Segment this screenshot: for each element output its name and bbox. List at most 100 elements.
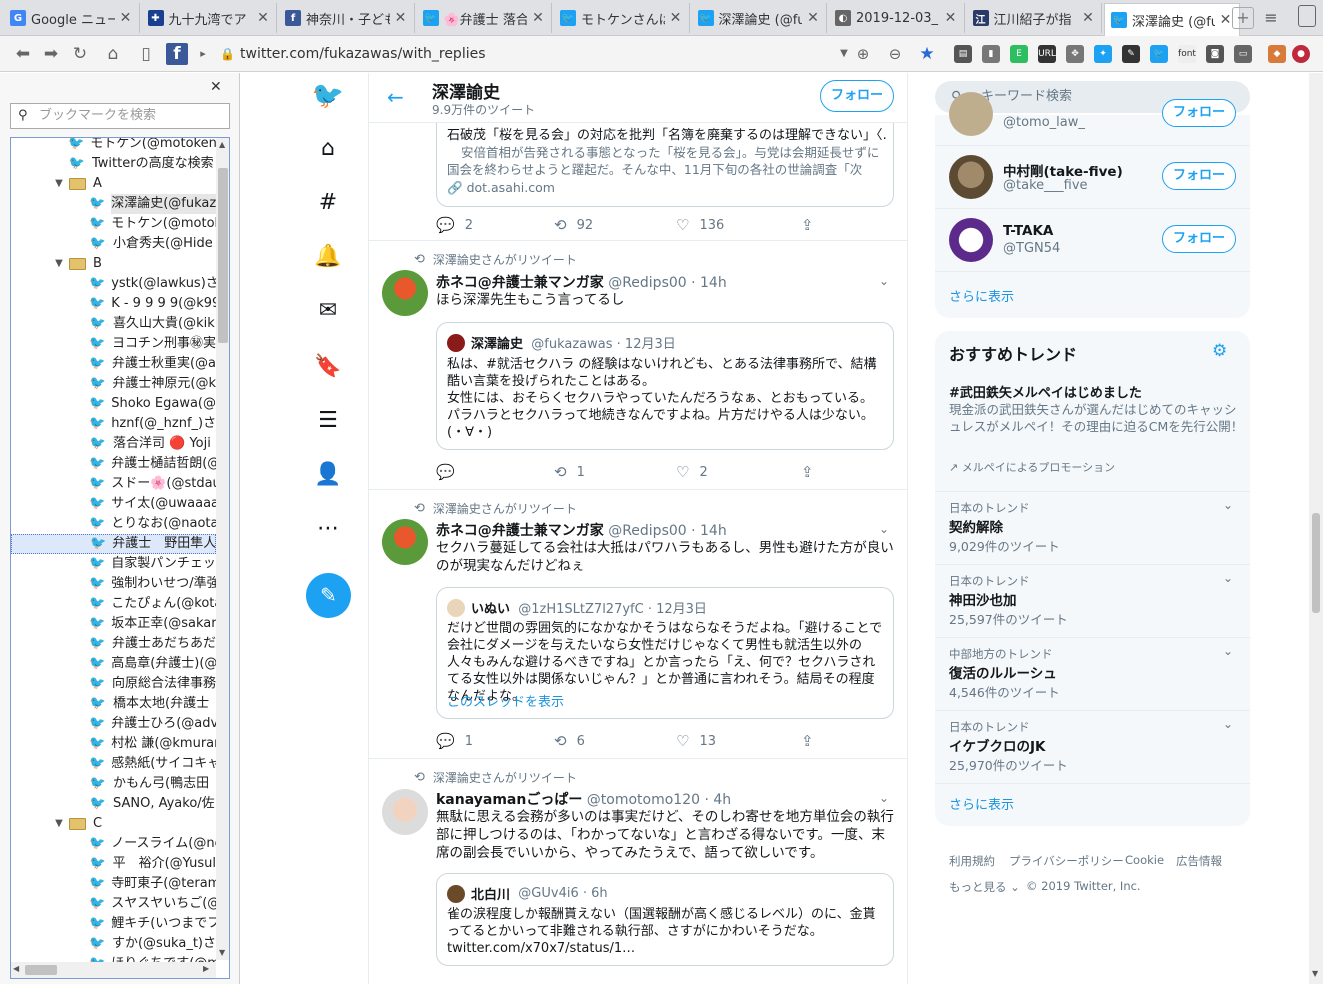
- messages-envelope-icon[interactable]: ✉: [311, 294, 345, 328]
- bookmark-item[interactable]: 🐦 喜久山大貴(@kik: [11, 314, 216, 334]
- close-tab-icon[interactable]: ✕: [531, 10, 545, 26]
- follow-button[interactable]: フォロー: [1162, 225, 1236, 253]
- close-tab-icon[interactable]: ✕: [669, 10, 683, 26]
- share-button[interactable]: ⇪: [801, 732, 824, 750]
- lists-nav-icon[interactable]: ☰: [311, 404, 345, 438]
- follow-suggestion[interactable]: T-TAKA @TGN54 フォロー: [935, 209, 1250, 272]
- trend-item[interactable]: 日本のトレンド 神田沙也加 25,597件のツイート ⌄: [935, 565, 1250, 638]
- bookmark-search-input[interactable]: ⚲ ブックマークを検索: [10, 103, 230, 129]
- quoted-tweet[interactable]: 深澤論史 @fukazawas · 12月3日 私は、#就活セクハラ の経験はな…: [436, 322, 894, 450]
- like-button[interactable]: ♡ 2: [676, 463, 708, 481]
- more-nav-icon[interactable]: ⋯: [311, 512, 345, 546]
- scroll-right-arrow-icon[interactable]: ▶: [203, 964, 209, 973]
- bookmark-item[interactable]: 🐦 坂本正幸(@sakar: [11, 614, 216, 634]
- trend-item[interactable]: 中部地方のトレンド 復活のルルーシュ 4,546件のツイート ⌄: [935, 638, 1250, 711]
- bookmark-item[interactable]: 🐦 ヨコチン刑事㊙実: [11, 334, 216, 354]
- avatar[interactable]: [382, 519, 428, 565]
- footer-more-link[interactable]: もっと見る ⌄: [949, 879, 1020, 895]
- bookmark-item[interactable]: 🐦 かもん弓(鴨志田: [11, 774, 216, 794]
- bookmark-item[interactable]: 🐦 深澤論史(@fukaz: [11, 194, 216, 214]
- bookmark-item[interactable]: 🐦 小倉秀夫(@Hide: [11, 234, 216, 254]
- footer-ads-link[interactable]: 広告情報: [1176, 853, 1222, 869]
- share-button[interactable]: ⇪: [801, 216, 824, 234]
- bookmark-folder[interactable]: ▼ C: [11, 814, 216, 834]
- extension-move-icon[interactable]: ✥: [1066, 45, 1084, 63]
- extension-edit-icon[interactable]: ✎: [1122, 45, 1140, 63]
- bookmark-item[interactable]: 🐦 自家製パンチェッタ: [11, 554, 216, 574]
- close-tab-icon[interactable]: ✕: [256, 10, 270, 26]
- close-tab-icon[interactable]: ✕: [1219, 12, 1233, 28]
- bookmark-item[interactable]: 🐦 落合洋司 🔴 Yoji: [11, 434, 216, 454]
- bookmark-star-icon[interactable]: ★: [916, 43, 938, 65]
- browser-tab[interactable]: ◐ 2019-12-03_ ✕: [829, 3, 965, 33]
- scroll-down-arrow-icon[interactable]: ▼: [1312, 969, 1318, 978]
- bookmark-item[interactable]: 🐦 こたぴょん(@kota: [11, 594, 216, 614]
- bookmark-item[interactable]: 🐦 鯉キチ(いつまでフ: [11, 914, 216, 934]
- bookmark-item[interactable]: 🐦 弁護士秋重実(@a: [11, 354, 216, 374]
- show-thread-link[interactable]: このスレッドを表示: [447, 691, 564, 710]
- like-button[interactable]: ♡ 136: [676, 216, 724, 234]
- trends-settings-gear-icon[interactable]: ⚙: [1212, 341, 1227, 361]
- browser-tab[interactable]: 🐦 深澤論史 (@fu ✕: [1104, 3, 1240, 36]
- bookmark-item[interactable]: 🐦 ystk(@lawkus)さ: [11, 274, 216, 294]
- close-sidebar-icon[interactable]: ✕: [210, 79, 222, 95]
- extension-red-icon[interactable]: ●: [1292, 45, 1310, 63]
- bookmark-item[interactable]: 🐦 すか(@suka_t)さ: [11, 934, 216, 954]
- bookmarks-nav-icon[interactable]: 🔖: [311, 350, 345, 384]
- clipboard-icon[interactable]: [1298, 5, 1316, 27]
- bookmark-item[interactable]: 🐦 高島章(弁護士)(@: [11, 654, 216, 674]
- avatar[interactable]: [382, 789, 428, 835]
- bookmark-folder[interactable]: ▼ B: [11, 254, 216, 274]
- browser-tab[interactable]: 🐦 🌸弁護士 落合 ✕: [417, 3, 552, 33]
- twitter-logo-icon[interactable]: 🐦: [311, 79, 345, 113]
- bookmark-item[interactable]: 🐦 寺町東子(@teram: [11, 874, 216, 894]
- tweet-author[interactable]: 赤ネコ@弁護士兼マンガ家 @Redips00 · 14h: [436, 272, 727, 292]
- home-nav-icon[interactable]: ⌂: [311, 132, 345, 166]
- page-scroll-thumb[interactable]: [1312, 513, 1320, 613]
- follow-suggestion[interactable]: @tomo_law_ フォロー: [935, 83, 1250, 146]
- quoted-tweet[interactable]: いぬい @1zH1SLtZ7l27yfC · 12月3日 だけど世間の雰囲気的に…: [436, 587, 894, 719]
- bookmark-item[interactable]: 🐦 向原総合法律事務: [11, 674, 216, 694]
- browser-tab[interactable]: ✚ 九十九湾でア ✕: [142, 3, 277, 33]
- quoted-tweet[interactable]: 北白川 @GUv4i6 · 6h 雀の涙程度しか報酬貰えない（国選報酬が高く感じ…: [436, 873, 894, 966]
- extension-font-icon[interactable]: font: [1178, 45, 1196, 63]
- show-more-trends-link[interactable]: さらに表示: [949, 794, 1014, 813]
- bookmark-item[interactable]: 🐦 モトケン(@motok: [11, 214, 216, 234]
- profile-nav-icon[interactable]: 👤: [311, 458, 345, 492]
- extension-evernote-icon[interactable]: E: [1010, 45, 1028, 63]
- close-tab-icon[interactable]: ✕: [119, 10, 133, 26]
- tweet-author[interactable]: 赤ネコ@弁護士兼マンガ家 @Redips00 · 14h: [436, 520, 727, 540]
- reply-button[interactable]: 💬 1: [436, 732, 473, 750]
- bookmark-item[interactable]: 🐦 橋本太地(弁護士: [11, 694, 216, 714]
- extension-twitter-icon[interactable]: 🐦: [1150, 45, 1168, 63]
- folder-expand-icon[interactable]: ▼: [53, 814, 65, 834]
- reload-icon[interactable]: ↻: [69, 43, 91, 65]
- address-bar[interactable]: 🔒 twitter.com/fukazawas/with_replies: [210, 42, 940, 66]
- bookmark-item[interactable]: 🐦 Shoko Egawa(@: [11, 394, 216, 414]
- sidebar-toggle-icon[interactable]: ▯: [135, 43, 157, 65]
- extension-fox-icon[interactable]: ◆: [1268, 45, 1286, 63]
- extension-tweetdeck-icon[interactable]: ✦: [1094, 45, 1112, 63]
- trend-item[interactable]: 日本のトレンド 契約解除 9,029件のツイート ⌄: [935, 492, 1250, 565]
- bookmark-item[interactable]: 🐦 モトケン(@motoken_: [11, 138, 216, 154]
- scroll-up-arrow-icon[interactable]: ▲: [219, 140, 225, 149]
- retweet-button[interactable]: ⟲ 1: [554, 463, 585, 481]
- tweet[interactable]: ⟲ 深澤論史さんがリツイート kanayamanごっぱー @tomotomo120…: [369, 759, 907, 984]
- bookmark-item[interactable]: 🐦 Twitterの高度な検索: [11, 154, 216, 174]
- retweet-button[interactable]: ⟲ 6: [554, 732, 585, 750]
- extension-url-icon[interactable]: URL: [1038, 45, 1056, 63]
- close-tab-icon[interactable]: ✕: [806, 10, 820, 26]
- trend-menu-chevron-icon[interactable]: ⌄: [1223, 571, 1233, 585]
- trend-menu-chevron-icon[interactable]: ⌄: [1223, 498, 1233, 512]
- share-button[interactable]: ⇪: [801, 463, 824, 481]
- show-more-link[interactable]: さらに表示: [949, 286, 1014, 305]
- bookmark-tree-vertical-scrollbar[interactable]: ▲ ▼: [216, 138, 229, 960]
- trend-menu-chevron-icon[interactable]: ⌄: [1223, 717, 1233, 731]
- browser-tab[interactable]: G Google ニュー ✕: [4, 3, 140, 33]
- tweet-author[interactable]: kanayamanごっぱー @tomotomo120 · 4h: [436, 789, 731, 809]
- follow-button[interactable]: フォロー: [1162, 99, 1236, 127]
- retweet-button[interactable]: ⟲ 92: [554, 216, 593, 234]
- bookmark-item[interactable]: 🐦 SANO, Ayako/佐: [11, 794, 216, 814]
- forward-icon[interactable]: ➡: [40, 43, 62, 65]
- footer-cookie-link[interactable]: Cookie: [1125, 853, 1164, 867]
